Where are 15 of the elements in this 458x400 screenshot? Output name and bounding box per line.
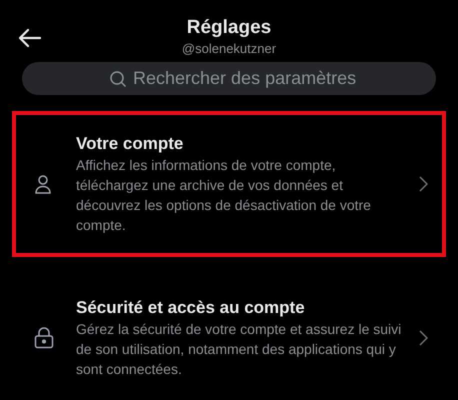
chevron-right-icon [419, 176, 428, 192]
settings-item[interactable]: Sécurité et accès au compte Gérez la sécurité de votre compte et assurez le suivi de son utilisation, notamment des applications qui y sont connectées. [12, 265, 446, 400]
search-icon [109, 70, 127, 88]
settings-item[interactable]: Votre compte Affichez les informations de votre compte, téléchargez une archive de vos données et découvrez les options de désactivation de votre compte. [12, 111, 446, 257]
page-title: Réglages [186, 16, 272, 40]
item-title: Sécurité et accès au compte [76, 297, 306, 319]
username: @solenekutzner [182, 40, 276, 58]
item-description: Gérez la sécurité de votre compte et assurez le suivi de son utilisation, notamment des applications qui y sont connectées. [76, 320, 402, 379]
search-field[interactable]: Rechercher des paramètres [22, 62, 436, 95]
chevron-right-icon [419, 330, 428, 346]
lock-icon [34, 327, 54, 349]
item-description: Affichez les informations de votre compte, téléchargez une archive de vos données et découvrez les options de désactivation de votre compte. [76, 156, 372, 235]
item-title: Votre compte [76, 133, 184, 155]
person-icon [34, 174, 52, 194]
back-arrow-icon [18, 28, 42, 48]
